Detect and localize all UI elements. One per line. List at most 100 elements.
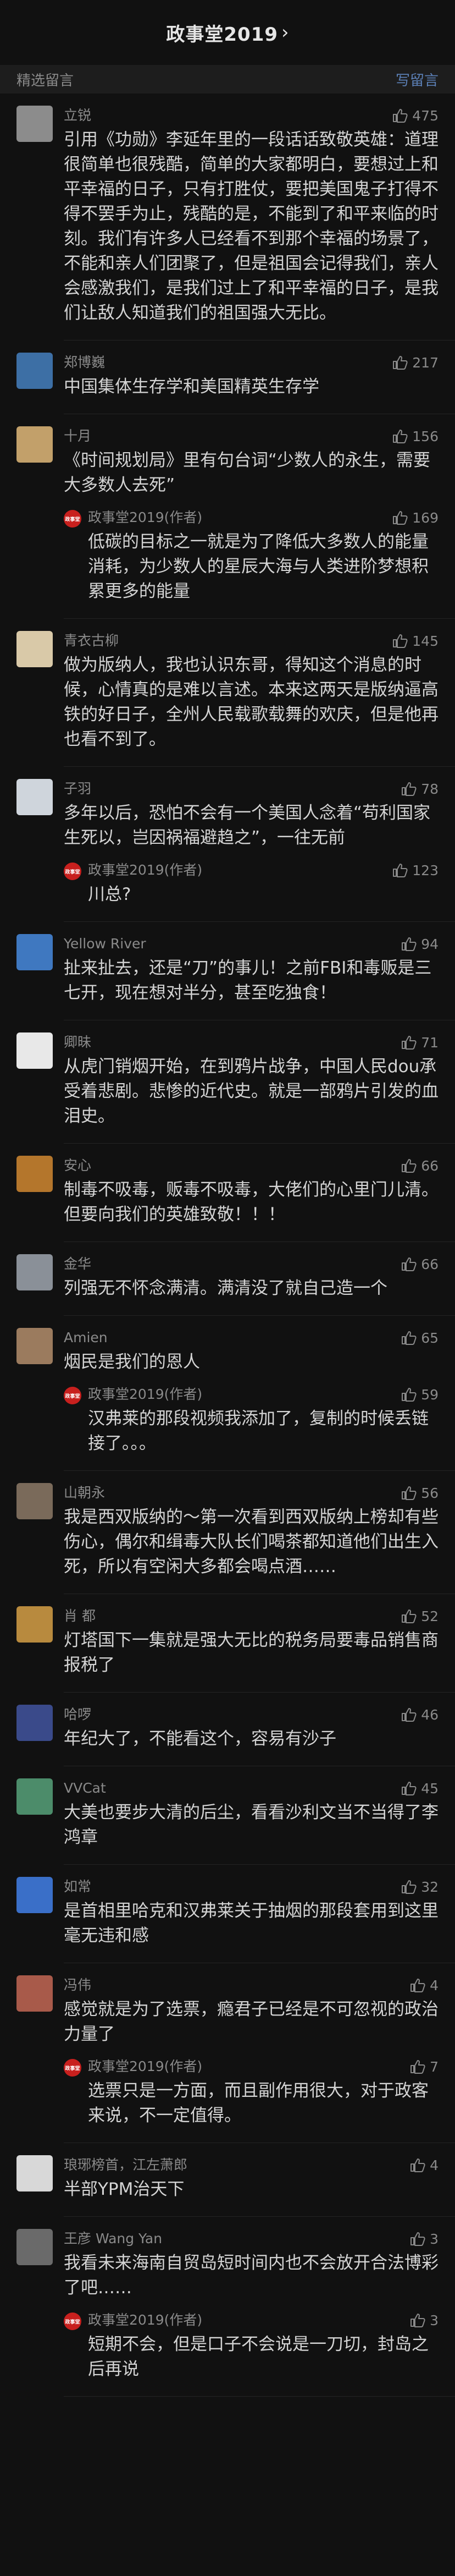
avatar[interactable] bbox=[16, 631, 53, 667]
reply-like-button[interactable]: 59 bbox=[401, 1385, 439, 1404]
comment-item: 安心 66 制毒不吸毒，贩毒不吸毒，大佬们的心里门儿清。 但要向我们的英雄致敬！！！ bbox=[0, 1144, 455, 1242]
comment-item: 肖 都 52 灯塔国下一集就是强大无比的税务局要毒品销售商报税了 bbox=[0, 1594, 455, 1693]
avatar[interactable] bbox=[16, 779, 53, 815]
comment-item: 山朝永 56 我是西双版纳的～第一次看到西双版纳上榜却有些伤心，偶尔和缉毒大队长们喝… bbox=[0, 1471, 455, 1594]
avatar[interactable] bbox=[16, 1606, 53, 1643]
like-button[interactable]: 94 bbox=[401, 934, 439, 954]
reply-text: 短期不会，但是口子不会说是一刀切，封岛之后再说 bbox=[88, 2335, 429, 2379]
commenter-name: 琅琊榜首，江左萧郎 bbox=[64, 2157, 188, 2173]
avatar[interactable] bbox=[16, 1705, 53, 1741]
like-button[interactable]: 66 bbox=[401, 1254, 439, 1274]
reply-text: 川总? bbox=[88, 885, 131, 904]
avatar[interactable] bbox=[16, 1877, 53, 1913]
like-button[interactable]: 32 bbox=[401, 1877, 439, 1897]
like-button[interactable]: 217 bbox=[392, 353, 439, 372]
reply-like-count: 169 bbox=[412, 509, 439, 526]
avatar[interactable] bbox=[16, 106, 53, 142]
comment-text: 制毒不吸毒，贩毒不吸毒，大佬们的心里门儿清。 但要向我们的英雄致敬！！！ bbox=[64, 1180, 439, 1224]
avatar[interactable] bbox=[16, 426, 53, 463]
thumb-up-icon bbox=[393, 511, 408, 525]
thumb-up-icon bbox=[402, 937, 417, 951]
thumb-up-icon bbox=[410, 2314, 425, 2327]
like-button[interactable]: 52 bbox=[401, 1606, 439, 1626]
commenter-name: 立锐 bbox=[64, 107, 92, 123]
comment-item: 哈啰 46 年纪大了，不能看这个，容易有沙子 bbox=[0, 1693, 455, 1766]
reply-like-count: 59 bbox=[421, 1386, 439, 1403]
author-avatar: 政事堂 bbox=[64, 2059, 81, 2077]
commenter-name: 卿昧 bbox=[64, 1034, 92, 1050]
like-button[interactable]: 66 bbox=[401, 1156, 439, 1176]
like-button[interactable]: 3 bbox=[410, 2229, 439, 2249]
comment-item: 十月 156 《时间规划局》里有句台词“少数人的永生，需要大多数人去死” 政事堂 政事堂… bbox=[0, 414, 455, 619]
commenter-name: Amien bbox=[64, 1330, 108, 1345]
reply-like-button[interactable]: 3 bbox=[410, 2310, 439, 2330]
author-reply: 政事堂 政事堂2019(作者) 59 汉弗莱的那段视频我添加了，复制的时候丢链接了。。… bbox=[64, 1385, 439, 1456]
avatar[interactable] bbox=[16, 1778, 53, 1815]
like-button[interactable]: 4 bbox=[410, 1975, 439, 1995]
commenter-name: 王彦 Wang Yan bbox=[64, 2231, 163, 2247]
commenter-name: VVCat bbox=[64, 1780, 106, 1796]
commenter-name: Yellow River bbox=[64, 936, 146, 952]
thumb-up-icon bbox=[410, 1979, 425, 1992]
comment-item: 子羽 78 多年以后，恐怕不会有一个美国人念着“苟利国家生死以，岂因祸福避趋之”，一… bbox=[0, 767, 455, 922]
like-button[interactable]: 56 bbox=[401, 1483, 439, 1503]
author-avatar: 政事堂 bbox=[64, 1387, 81, 1404]
comment-text: 中国集体生存学和美国精英生存学 bbox=[64, 377, 319, 397]
reply-like-button[interactable]: 7 bbox=[410, 2057, 439, 2077]
avatar[interactable] bbox=[16, 934, 53, 970]
comment-text: 是首相里哈克和汉弗莱关于抽烟的那段套用到这里毫无违和感 bbox=[64, 1901, 439, 1946]
reply-like-button[interactable]: 169 bbox=[392, 508, 439, 528]
avatar[interactable] bbox=[16, 1032, 53, 1069]
thumb-up-icon bbox=[402, 1159, 417, 1173]
avatar[interactable] bbox=[16, 2155, 53, 2191]
section-label: 精选留言 bbox=[16, 72, 74, 89]
like-button[interactable]: 78 bbox=[401, 779, 439, 799]
chevron-right-icon[interactable]: › bbox=[281, 21, 289, 43]
thumb-up-icon bbox=[393, 634, 408, 648]
page-title[interactable]: 政事堂2019 bbox=[166, 19, 278, 46]
thumb-up-icon bbox=[402, 1708, 417, 1722]
top-bar: 政事堂2019 › bbox=[0, 0, 455, 65]
comment-item: Yellow River 94 扯来扯去，还是“刀”的事儿！之前FBI和毒贩是三七开… bbox=[0, 922, 455, 1020]
like-button[interactable]: 145 bbox=[392, 631, 439, 651]
commenter-name: 肖 都 bbox=[64, 1608, 96, 1624]
comment-text: 感觉就是为了选票，瘾君子已经是不可忽视的政治力量了 bbox=[64, 2000, 439, 2044]
comment-item: 冯伟 4 感觉就是为了选票，瘾君子已经是不可忽视的政治力量了 政事堂 政事堂2019(作… bbox=[0, 1963, 455, 2143]
avatar[interactable] bbox=[16, 1156, 53, 1192]
avatar[interactable] bbox=[16, 1254, 53, 1290]
commenter-name: 青衣古柳 bbox=[64, 633, 119, 649]
like-button[interactable]: 71 bbox=[401, 1032, 439, 1052]
avatar[interactable] bbox=[16, 1483, 53, 1519]
like-button[interactable]: 65 bbox=[401, 1328, 439, 1348]
avatar[interactable] bbox=[16, 353, 53, 389]
reply-like-button[interactable]: 123 bbox=[392, 860, 439, 880]
commenter-name: 山朝永 bbox=[64, 1485, 106, 1501]
thumb-up-icon bbox=[410, 2060, 425, 2074]
thumb-up-icon bbox=[402, 1036, 417, 1050]
reply-author-name: 政事堂2019(作者) bbox=[88, 1386, 203, 1402]
avatar[interactable] bbox=[16, 2229, 53, 2265]
section-bar: 精选留言 写留言 bbox=[0, 65, 455, 94]
like-count: 65 bbox=[421, 1330, 439, 1346]
like-count: 4 bbox=[430, 1977, 439, 1993]
commenter-name: 十月 bbox=[64, 428, 92, 444]
thumb-up-icon bbox=[402, 1610, 417, 1623]
avatar[interactable] bbox=[16, 1328, 53, 1364]
like-button[interactable]: 156 bbox=[392, 426, 439, 446]
comment-item: 金华 66 列强无不怀念满清。满清没了就自己造一个 bbox=[0, 1242, 455, 1316]
write-comment-button[interactable]: 写留言 bbox=[396, 69, 439, 90]
thumb-up-icon bbox=[402, 1782, 417, 1795]
commenter-name: 安心 bbox=[64, 1157, 92, 1173]
reply-author-name: 政事堂2019(作者) bbox=[88, 2312, 203, 2328]
avatar[interactable] bbox=[16, 1975, 53, 2012]
comment-item: 立锐 475 引用《功勋》李延年里的一段话话致敬英雄：道理很简单也很残酷，简单的大家… bbox=[0, 94, 455, 340]
reply-author-name: 政事堂2019(作者) bbox=[88, 509, 203, 525]
like-button[interactable]: 4 bbox=[410, 2155, 439, 2175]
like-count: 56 bbox=[421, 1485, 439, 1501]
thumb-up-icon bbox=[402, 782, 417, 796]
like-button[interactable]: 46 bbox=[401, 1705, 439, 1724]
like-button[interactable]: 45 bbox=[401, 1778, 439, 1798]
like-button[interactable]: 475 bbox=[392, 106, 439, 125]
author-avatar: 政事堂 bbox=[64, 2313, 81, 2330]
like-count: 52 bbox=[421, 1608, 439, 1624]
